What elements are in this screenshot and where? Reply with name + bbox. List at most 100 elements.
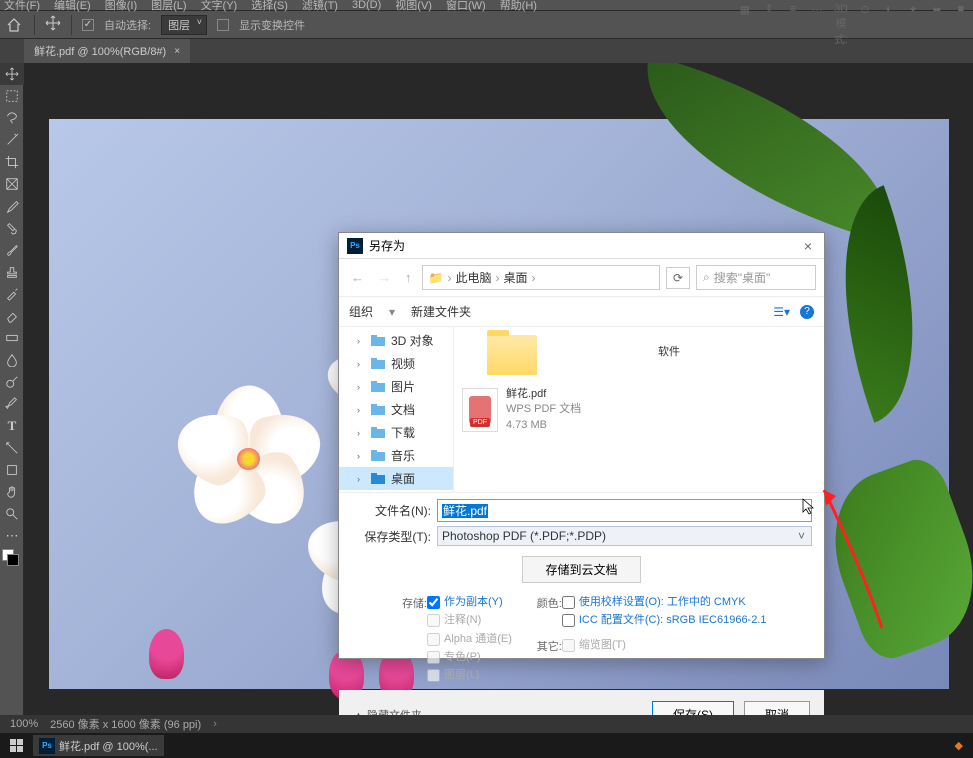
sidebar-item-pictures[interactable]: ›图片	[339, 375, 453, 398]
blur-tool[interactable]	[0, 349, 24, 371]
menu-select[interactable]: 选择(S)	[251, 0, 288, 13]
back-icon[interactable]: ←	[347, 270, 368, 285]
breadcrumb-desktop[interactable]: 桌面	[503, 269, 527, 286]
copy-option[interactable]: 作为副本(Y)	[444, 595, 503, 609]
view-icon[interactable]: ☰▾	[773, 305, 790, 319]
file-name: 鲜花.pdf	[506, 387, 581, 402]
path-tool[interactable]	[0, 437, 24, 459]
sidebar-item-3d[interactable]: ›3D 对象	[339, 329, 453, 352]
menu-file[interactable]: 文件(F)	[4, 0, 40, 13]
history-brush-tool[interactable]	[0, 283, 24, 305]
stamp-tool[interactable]	[0, 261, 24, 283]
save-to-cloud-button[interactable]: 存储到云文档	[522, 556, 640, 583]
breadcrumb-pc[interactable]: 此电脑	[455, 269, 491, 286]
crop-tool[interactable]	[0, 151, 24, 173]
folder-icon: 📁	[429, 271, 444, 285]
search-input[interactable]: ⌕ 搜索"桌面"	[696, 265, 816, 290]
menu-edit[interactable]: 编辑(E)	[54, 0, 91, 13]
align-icon[interactable]: ▦	[737, 3, 753, 47]
threed-icon[interactable]: ⬌	[929, 3, 945, 47]
pen-tool[interactable]	[0, 393, 24, 415]
threed-icon[interactable]: ⊙	[857, 3, 873, 47]
eraser-tool[interactable]	[0, 305, 24, 327]
taskbar-photoshop[interactable]: Ps 鲜花.pdf @ 100%(...	[33, 735, 164, 756]
icc-checkbox[interactable]	[562, 614, 575, 627]
refresh-icon[interactable]: ⟳	[666, 267, 690, 289]
breadcrumb[interactable]: 📁 › 此电脑 › 桌面 ›	[422, 265, 660, 290]
move-tool-icon[interactable]	[45, 15, 61, 34]
document-tab[interactable]: 鲜花.pdf @ 100%(RGB/8#) ×	[24, 39, 190, 63]
frame-tool[interactable]	[0, 173, 24, 195]
annot-option: 注释(N)	[444, 613, 481, 627]
help-icon[interactable]: ?	[800, 305, 814, 319]
layer-dropdown[interactable]: 图层	[161, 15, 207, 35]
align-icon[interactable]: ‖	[761, 3, 777, 47]
hand-tool[interactable]	[0, 481, 24, 503]
type-tool[interactable]: T	[0, 415, 24, 437]
brush-tool[interactable]	[0, 239, 24, 261]
threed-icon[interactable]: ◐	[881, 3, 897, 47]
menu-window[interactable]: 窗口(W)	[446, 0, 486, 13]
sidebar-item-desktop[interactable]: ›桌面	[339, 467, 453, 490]
close-tab-icon[interactable]: ×	[174, 46, 180, 57]
edit-toolbar-icon[interactable]: ⋯	[0, 525, 24, 547]
file-size: 4.73 MB	[506, 418, 581, 433]
store-label: 存储:	[389, 595, 427, 686]
thumb-checkbox	[562, 639, 575, 652]
file-item-pdf[interactable]: PDF 鲜花.pdf WPS PDF 文档 4.73 MB	[462, 387, 642, 433]
layers-option: 图层(L)	[444, 668, 479, 682]
tray-icon[interactable]: ◆	[949, 735, 969, 756]
start-button[interactable]	[4, 735, 29, 756]
marquee-tool[interactable]	[0, 85, 24, 107]
zoom-tool[interactable]	[0, 503, 24, 525]
shape-tool[interactable]	[0, 459, 24, 481]
close-icon[interactable]: ×	[800, 238, 816, 254]
alpha-option: Alpha 通道(E)	[444, 632, 512, 646]
dodge-tool[interactable]	[0, 371, 24, 393]
gradient-tool[interactable]	[0, 327, 24, 349]
dialog-sidebar: ›3D 对象 ›视频 ›图片 ›文档 ›下载 ›音乐 ›桌面	[339, 327, 454, 492]
up-icon[interactable]: ↑	[401, 270, 416, 285]
move-tool[interactable]	[0, 63, 24, 85]
color-swatch[interactable]	[0, 547, 24, 569]
threed-icon[interactable]: ■	[953, 3, 969, 47]
home-icon[interactable]	[4, 15, 24, 35]
dialog-toolbar: 组织▾ 新建文件夹 ☰▾ ?	[339, 297, 824, 326]
sidebar-item-video[interactable]: ›视频	[339, 352, 453, 375]
menu-type[interactable]: 文字(Y)	[201, 0, 238, 13]
lasso-tool[interactable]	[0, 107, 24, 129]
threed-icon[interactable]: ✦	[905, 3, 921, 47]
dialog-title: 另存为	[369, 237, 405, 254]
forward-icon[interactable]: →	[374, 270, 395, 285]
menu-help[interactable]: 帮助(H)	[500, 0, 537, 13]
proof-option[interactable]: 使用校样设置(O): 工作中的 CMYK	[579, 595, 746, 609]
newfolder-button[interactable]: 新建文件夹	[411, 303, 471, 320]
file-browser[interactable]: PDF 鲜花.pdf WPS PDF 文档 4.73 MB 软件	[454, 327, 824, 492]
organize-button[interactable]: 组织	[349, 303, 373, 320]
icc-option[interactable]: ICC 配置文件(C): sRGB IEC61966-2.1	[579, 613, 767, 627]
eyedropper-tool[interactable]	[0, 195, 24, 217]
sidebar-item-music[interactable]: ›音乐	[339, 444, 453, 467]
proof-checkbox[interactable]	[562, 596, 575, 609]
menu-filter[interactable]: 滤镜(T)	[302, 0, 338, 13]
sidebar-item-downloads[interactable]: ›下载	[339, 421, 453, 444]
filetype-dropdown[interactable]: Photoshop PDF (*.PDF;*.PDP)	[437, 526, 812, 546]
threed-label: 3D 模式:	[833, 3, 849, 47]
menu-layer[interactable]: 图层(L)	[151, 0, 186, 13]
align-icons: ▦ ‖ ≡ ⋯ 3D 模式: ⊙ ◐ ✦ ⬌ ■	[737, 3, 969, 47]
menu-3d[interactable]: 3D(D)	[352, 0, 381, 11]
autoselect-checkbox[interactable]	[82, 19, 94, 31]
menu-view[interactable]: 视图(V)	[395, 0, 432, 13]
document-tab-title: 鲜花.pdf @ 100%(RGB/8#)	[34, 43, 166, 59]
align-icon[interactable]: ≡	[785, 3, 801, 47]
sidebar-item-documents[interactable]: ›文档	[339, 398, 453, 421]
zoom-level[interactable]: 100%	[10, 718, 38, 730]
showcontrols-checkbox[interactable]	[217, 19, 229, 31]
healing-tool[interactable]	[0, 217, 24, 239]
filename-input[interactable]: 鲜花.pdf	[437, 499, 812, 522]
file-item-folder[interactable]	[462, 335, 562, 379]
menu-image[interactable]: 图像(I)	[105, 0, 137, 13]
wand-tool[interactable]	[0, 129, 24, 151]
copy-checkbox[interactable]	[427, 596, 440, 609]
align-icon[interactable]: ⋯	[809, 3, 825, 47]
